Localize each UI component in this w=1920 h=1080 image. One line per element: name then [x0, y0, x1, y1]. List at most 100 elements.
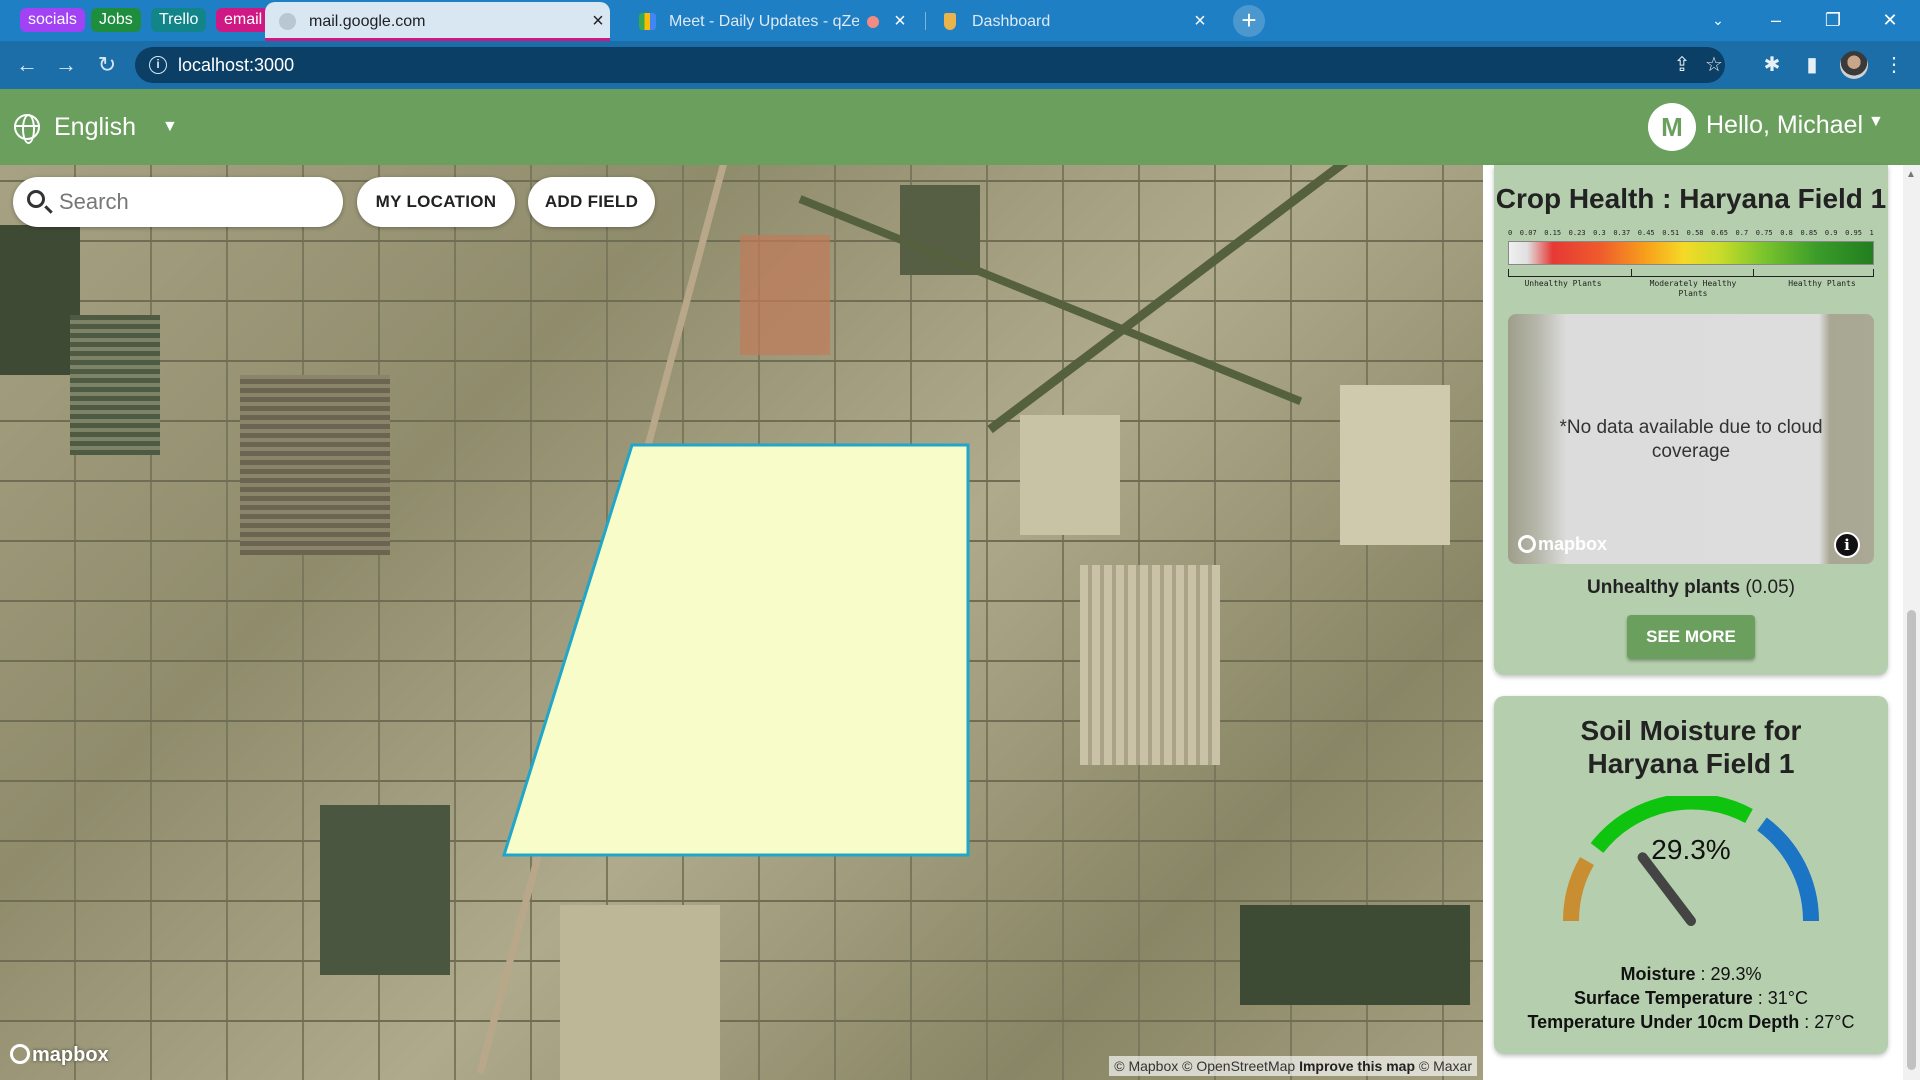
legend-tick: 0.9 — [1824, 229, 1838, 237]
my-location-button[interactable]: MY LOCATION — [357, 177, 515, 227]
crop-health-title: Crop Health : Haryana Field 1 — [1495, 183, 1887, 214]
legend-tick: 0.95 — [1845, 229, 1862, 237]
sidebar-scrollbar[interactable]: ▲ — [1903, 165, 1920, 1080]
close-tab-icon[interactable]: × — [587, 10, 609, 32]
depth-temp-value: 27°C — [1814, 1012, 1855, 1032]
map-attribution: © Mapbox © OpenStreetMap Improve this ma… — [1109, 1056, 1477, 1076]
tab-title: Dashboard — [972, 13, 1051, 30]
tab-group-jobs[interactable]: Jobs — [91, 8, 141, 32]
scroll-up-arrow-icon[interactable]: ▲ — [1906, 169, 1916, 180]
close-window-icon[interactable]: ✕ — [1862, 0, 1918, 41]
moisture-label: Moisture — [1620, 964, 1696, 984]
gauge-dry-arc — [1562, 857, 1595, 922]
mapbox-logo-text: mapbox — [1538, 534, 1608, 554]
app-favicon-icon — [944, 13, 956, 30]
attribution-text[interactable]: © Mapbox © OpenStreetMap — [1114, 1058, 1295, 1074]
tab-gmail[interactable]: mail.google.com × — [265, 2, 610, 41]
legend-ticks: 0 0.07 0.15 0.23 0.3 0.37 0.45 0.51 0.58… — [1508, 229, 1874, 239]
see-more-button[interactable]: SEE MORE — [1627, 615, 1755, 659]
url-text: localhost:3000 — [178, 55, 295, 75]
browser-tab-bar: socials Jobs Trello email mail.google.co… — [0, 0, 1920, 41]
health-status-label: Unhealthy plants — [1587, 577, 1741, 598]
app-header: English ▼ M Hello, Michael ▼ — [0, 89, 1920, 165]
side-panel-icon[interactable]: ▮ — [1800, 53, 1824, 77]
restore-window-icon[interactable]: ❐ — [1805, 0, 1861, 41]
mapbox-logo-icon — [10, 1044, 30, 1064]
legend-tick: 1 — [1869, 229, 1874, 237]
add-field-button[interactable]: ADD FIELD — [528, 177, 655, 227]
close-tab-icon[interactable]: × — [1189, 10, 1211, 32]
tab-search-chevron-icon[interactable]: ⌄ — [1690, 0, 1746, 41]
chevron-down-icon: ▼ — [162, 118, 178, 135]
forward-arrow-icon[interactable]: → — [51, 50, 81, 80]
close-tab-icon[interactable]: × — [889, 10, 911, 32]
improve-map-link[interactable]: Improve this map — [1299, 1058, 1415, 1074]
tab-separator — [925, 12, 926, 30]
recording-dot-icon — [867, 16, 879, 28]
depth-temp-label: Temperature Under 10cm Depth — [1527, 1012, 1800, 1032]
legend-tick: 0.15 — [1544, 229, 1562, 237]
map-search-box[interactable] — [13, 177, 343, 227]
tab-title: Meet - Daily Updates - qZen — [669, 13, 859, 30]
legend-tick: 0.58 — [1686, 229, 1704, 237]
reload-icon[interactable]: ↻ — [92, 50, 122, 80]
tab-group-trello[interactable]: Trello — [151, 8, 207, 32]
scrollbar-thumb[interactable] — [1907, 610, 1916, 1070]
crop-health-map-image[interactable]: *No data available due to cloud coverage… — [1508, 314, 1874, 564]
share-icon[interactable]: ⇪ — [1670, 53, 1694, 77]
site-info-icon[interactable]: i — [149, 56, 167, 74]
address-bar[interactable]: i localhost:3000 ⇪ ☆ — [135, 47, 1725, 83]
bookmark-star-icon[interactable]: ☆ — [1702, 53, 1726, 77]
info-icon[interactable]: i — [1834, 532, 1860, 558]
browser-toolbar: ← → ↻ i localhost:3000 ⇪ ☆ ✱ ▮ ⋮ — [0, 41, 1920, 89]
user-menu[interactable]: M Hello, Michael ▼ — [1648, 101, 1900, 153]
profile-avatar-icon[interactable] — [1840, 51, 1868, 79]
ndvi-legend: 0 0.07 0.15 0.23 0.3 0.37 0.45 0.51 0.58… — [1508, 229, 1874, 299]
globe-icon — [14, 114, 40, 144]
extensions-puzzle-icon[interactable]: ✱ — [1760, 53, 1784, 77]
crop-health-card: Crop Health : Haryana Field 1 0 0.07 0.1… — [1494, 165, 1888, 675]
mapbox-logo[interactable]: mapbox — [10, 1044, 109, 1067]
soil-moisture-card: Soil Moisture for Haryana Field 1 29.3% … — [1494, 696, 1888, 1054]
legend-tick: 0.7 — [1735, 229, 1749, 237]
new-tab-button[interactable]: + — [1233, 5, 1265, 37]
moisture-value: 29.3% — [1710, 964, 1762, 984]
mapbox-logo-text: mapbox — [32, 1044, 109, 1066]
tab-group-socials[interactable]: socials — [20, 8, 85, 32]
legend-label-healthy: Healthy Plants — [1788, 279, 1856, 288]
legend-tick: 0.51 — [1662, 229, 1680, 237]
gauge-needle — [1637, 852, 1696, 926]
soil-moisture-title: Soil Moisture for Haryana Field 1 — [1580, 715, 1802, 779]
attribution-maxar[interactable]: © Maxar — [1419, 1058, 1472, 1074]
legend-tick: 0.65 — [1711, 229, 1728, 237]
globe-favicon-icon — [279, 13, 296, 30]
back-arrow-icon[interactable]: ← — [12, 50, 42, 80]
satellite-map[interactable]: MY LOCATION ADD FIELD mapbox © Mapbox © … — [0, 165, 1483, 1080]
legend-label-moderate: Moderately Healthy Plants — [1649, 279, 1737, 298]
tab-group-email[interactable]: email — [216, 8, 271, 32]
search-input[interactable] — [59, 187, 329, 217]
tab-title: mail.google.com — [309, 13, 426, 30]
search-icon — [27, 190, 45, 208]
minimize-window-icon[interactable]: – — [1748, 0, 1804, 41]
legend-label-unhealthy: Unhealthy Plants — [1524, 279, 1602, 288]
depth-temp-reading: Temperature Under 10cm Depth : 27°C — [1527, 1012, 1855, 1032]
selected-field-polygon[interactable] — [0, 165, 1483, 1080]
mapbox-logo[interactable]: mapbox — [1518, 534, 1607, 555]
moisture-reading: Moisture : 29.3% — [1620, 964, 1762, 984]
legend-tick: 0.07 — [1519, 229, 1537, 237]
ndvi-color-scale — [1508, 241, 1874, 265]
avatar: M — [1648, 103, 1696, 151]
caret-down-icon: ▼ — [1868, 113, 1884, 130]
legend-tick: 0.85 — [1800, 229, 1818, 237]
tab-meet[interactable]: Meet - Daily Updates - qZen × — [625, 2, 920, 41]
language-label: English — [54, 113, 136, 141]
tab-dashboard[interactable]: Dashboard × — [928, 2, 1218, 41]
legend-tick: 0.8 — [1780, 229, 1793, 237]
surface-temp-label: Surface Temperature — [1574, 988, 1753, 1008]
surface-temp-reading: Surface Temperature : 31°C — [1574, 988, 1808, 1008]
health-status: Unhealthy plants (0.05) — [1494, 577, 1888, 599]
browser-menu-icon[interactable]: ⋮ — [1882, 53, 1906, 77]
greeting-text: Hello, Michael — [1706, 111, 1864, 139]
legend-tick: 0.23 — [1568, 229, 1586, 237]
